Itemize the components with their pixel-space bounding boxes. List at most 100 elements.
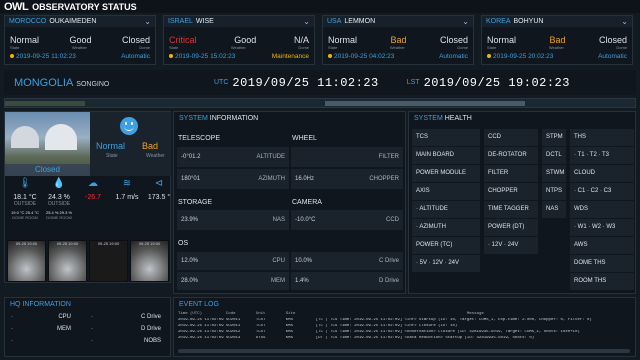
- log-column-header: Unit: [255, 312, 266, 316]
- observatory-datetime: 2019-09-25 04:02:23: [328, 53, 394, 60]
- sensor-unit: °: [167, 194, 171, 201]
- health-item: CLOUD: [570, 165, 634, 182]
- observatory-datetime: 2019-09-25 20:02:23: [487, 53, 553, 60]
- weather-value: Bad: [390, 35, 407, 45]
- dome-shape: [11, 126, 39, 148]
- log-cell: TCST: [255, 330, 266, 334]
- dome-caption: Dome: [139, 45, 150, 50]
- health-item: ROOM THS: [570, 273, 634, 290]
- observatory-card-header[interactable]: MOROCCO OUKAIMEDEN ⌄: [5, 16, 155, 27]
- log-column-header: Site: [285, 312, 296, 316]
- health-item: WDS: [570, 201, 634, 218]
- state-caption: State: [487, 45, 497, 50]
- observatory-footer: 2019-09-25 20:02:23 Automatic: [482, 50, 632, 60]
- sky-camera-thumbnail[interactable]: 09-25 19:00: [130, 240, 169, 282]
- observatory-card[interactable]: USA LEMMON ⌄ Normal Bad Closed State Weather Dom…: [322, 15, 474, 65]
- health-item: · W1 · W2 · W3: [570, 219, 634, 236]
- sensor-unit: °C: [28, 194, 37, 201]
- current-site: MONGOLIA SONGINO: [14, 76, 110, 89]
- log-cell: [TC | TCS Time: 2019-09-25 11:02:09] <Ob…: [315, 330, 580, 334]
- sensor-value: 18.1: [13, 194, 27, 201]
- health-item: AWS: [570, 237, 634, 254]
- observatory-card-header[interactable]: ISRAEL WISE ⌄: [164, 16, 314, 27]
- observatory-values: Normal Good Closed: [5, 27, 155, 45]
- sky-camera-thumbnail[interactable]: 09-25 19:00: [89, 240, 128, 282]
- weather-value: Good: [69, 35, 92, 45]
- log-cell: [DT | TCS Time: 2019-09-25 11:02:09] <Da…: [315, 336, 535, 340]
- sensor-readout: ≋ 1.7 m/s: [111, 178, 143, 238]
- mem-cell: 28.0% MEM: [176, 271, 290, 291]
- observatory-card[interactable]: KOREA BOHYUN ⌄ Normal Bad Closed State Weather D…: [481, 15, 633, 65]
- health-item: · C1 · C2 · C3: [570, 183, 634, 200]
- os-heading: OS: [178, 240, 189, 247]
- d-drive-cell: 1.4% D Drive: [290, 271, 404, 291]
- telescope-heading: TELESCOPE: [178, 135, 221, 142]
- observatory-card[interactable]: MOROCCO OUKAIMEDEN ⌄ Normal Good Closed State W…: [4, 15, 156, 65]
- log-cell: SO2012: [225, 330, 241, 334]
- observatory-footer: 2019-09-25 04:02:23 Automatic: [323, 50, 473, 60]
- chevron-down-icon[interactable]: ⌄: [144, 17, 151, 26]
- direction-icon: ⊲: [154, 178, 164, 189]
- cpu-cell: 12.0% CPU: [176, 251, 290, 271]
- log-row[interactable]: 2019-09-25 11:02:09 SO2013 DTSS KMS [DT | TC…: [178, 335, 635, 341]
- health-item: NTPS: [542, 183, 566, 200]
- camera-heading: CAMERA: [292, 199, 322, 206]
- observatory-name: KOREA BOHYUN: [486, 18, 544, 25]
- dome-caption: Dome: [298, 45, 309, 50]
- night-timeline[interactable]: [4, 98, 636, 108]
- observatory-footer: 2019-09-25 11:02:23 Automatic: [5, 50, 155, 60]
- weather-caption: Weather: [389, 45, 405, 50]
- dome-photo: Closed: [5, 112, 90, 176]
- wheel-heading: WHEEL: [292, 135, 317, 142]
- health-item: TCS: [412, 129, 480, 146]
- sensor-unit: %: [63, 194, 70, 201]
- log-scrollbar[interactable]: [178, 349, 630, 353]
- site-weather-value: Bad: [142, 141, 159, 151]
- filter-cell: FILTER: [290, 146, 404, 168]
- state-value: Normal: [328, 35, 358, 45]
- status-dot-icon: [10, 54, 14, 58]
- dome-value: Closed: [439, 35, 468, 45]
- log-cell: 2019-09-25 11:02:09: [178, 330, 224, 334]
- sky-camera-thumbnail[interactable]: 09-25 19:00: [48, 240, 87, 282]
- hq-information-panel: HQ INFORMATION · CPU · C Drive · MEM · D Drive ·…: [4, 297, 171, 357]
- owl-logo: OWL: [4, 0, 29, 13]
- weather-value: Good: [234, 35, 257, 45]
- chevron-down-icon[interactable]: ⌄: [462, 17, 469, 26]
- log-cell: KMS: [285, 330, 293, 334]
- altitude-cell: -0°01.2 ALTITUDE: [176, 146, 290, 168]
- chevron-down-icon[interactable]: ⌄: [621, 17, 628, 26]
- state-caption: State: [328, 45, 338, 50]
- observatory-card-header[interactable]: KOREA BOHYUN ⌄: [482, 16, 632, 27]
- observatory-card-header[interactable]: USA LEMMON ⌄: [323, 16, 473, 27]
- health-item: · AZIMUTH: [412, 219, 480, 236]
- log-cell: TCST: [255, 318, 266, 322]
- state-value: Normal: [10, 35, 40, 45]
- log-cell: SO2011: [225, 318, 241, 322]
- panel-title: HQ INFORMATION: [10, 301, 71, 308]
- log-cell: [TC | TCS Time: 2019-09-25 11:02:09] <In…: [315, 318, 592, 322]
- log-cell: SO2013: [225, 336, 241, 340]
- health-item: · 12V · 24V: [484, 237, 538, 254]
- dome-shape: [45, 124, 77, 150]
- dome-status: Closed: [5, 164, 90, 176]
- wind-icon: ≋: [122, 178, 132, 189]
- hq-row: · · NOBS: [11, 338, 161, 344]
- status-dot-icon: [487, 54, 491, 58]
- state-value: Normal: [487, 35, 517, 45]
- weather-caption: Weather: [146, 153, 165, 159]
- lst-clock: LST 2019/09/25 19:02:23: [406, 75, 570, 90]
- status-dot-icon: [328, 54, 332, 58]
- hq-row: · MEM · D Drive: [11, 326, 161, 332]
- observatory-card[interactable]: ISRAEL WISE ⌄ Critical Good N/A State Weather Do…: [163, 15, 315, 65]
- health-item: POWER MODULE: [412, 165, 480, 182]
- health-item: STWM: [542, 165, 566, 182]
- log-cell: TCST: [255, 324, 266, 328]
- state-caption: State: [169, 45, 179, 50]
- chevron-down-icon[interactable]: ⌄: [303, 17, 310, 26]
- hq-row: · CPU · C Drive: [11, 314, 161, 320]
- sky-camera-thumbnail[interactable]: 09-25 19:00: [7, 240, 46, 282]
- nas-cell: 23.9% NAS: [176, 209, 290, 231]
- weather-caption: Weather: [548, 45, 564, 50]
- timeline-segment: [5, 101, 85, 106]
